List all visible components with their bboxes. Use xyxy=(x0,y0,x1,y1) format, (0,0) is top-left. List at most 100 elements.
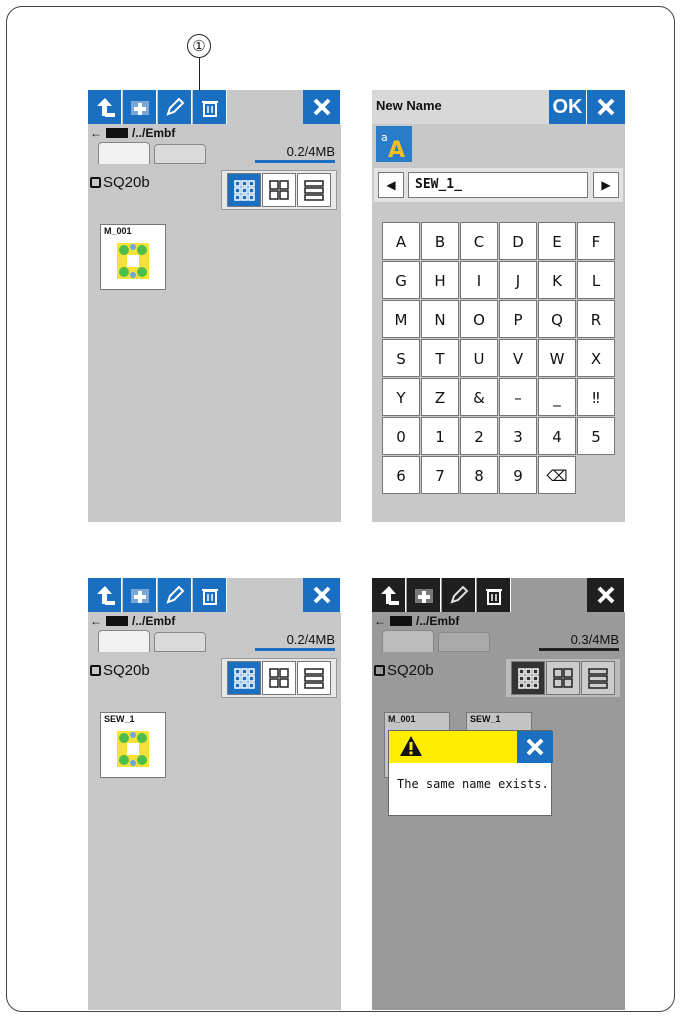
list-icon xyxy=(304,180,325,201)
key-button[interactable]: T xyxy=(421,339,459,377)
view-large-grid-button[interactable] xyxy=(261,173,296,207)
key-button[interactable]: Q xyxy=(538,300,576,338)
view-list-button[interactable] xyxy=(297,661,332,695)
new-folder-button[interactable] xyxy=(123,578,157,612)
back-arrow-icon xyxy=(96,98,115,117)
pencil-icon xyxy=(165,585,184,604)
view-large-grid-button[interactable] xyxy=(261,661,296,695)
view-list-button[interactable] xyxy=(297,173,332,207)
key-button[interactable]: 6 xyxy=(382,456,420,494)
case-toggle-button[interactable]: aA xyxy=(376,126,412,162)
list-icon xyxy=(304,668,325,689)
view-small-grid-button[interactable] xyxy=(226,661,261,695)
key-button[interactable]: S xyxy=(382,339,420,377)
small-grid-icon xyxy=(233,180,255,201)
tab-machine-memory[interactable] xyxy=(382,630,434,652)
key-button[interactable]: 8 xyxy=(460,456,498,494)
key-button[interactable]: L xyxy=(577,261,615,299)
large-grid-icon xyxy=(269,668,289,688)
key-button[interactable]: & xyxy=(460,378,498,416)
key-button[interactable]: 9 xyxy=(499,456,537,494)
cursor-left-button[interactable]: ◀ xyxy=(378,172,404,198)
key-button[interactable]: M xyxy=(382,300,420,338)
key-button[interactable]: C xyxy=(460,222,498,260)
key-button[interactable]: 3 xyxy=(499,417,537,455)
key-button[interactable]: 4 xyxy=(538,417,576,455)
key-button[interactable]: 2 xyxy=(460,417,498,455)
callout-number: ① xyxy=(187,34,211,58)
key-button[interactable]: V xyxy=(499,339,537,377)
toolbar xyxy=(372,578,625,612)
key-button[interactable]: H xyxy=(421,261,459,299)
key-button[interactable]: U xyxy=(460,339,498,377)
backspace-key[interactable]: ⌫ xyxy=(538,456,576,494)
key-button[interactable]: R xyxy=(577,300,615,338)
rename-button[interactable] xyxy=(158,578,192,612)
close-icon xyxy=(313,98,330,116)
key-button[interactable]: I xyxy=(460,261,498,299)
key-button[interactable]: J xyxy=(499,261,537,299)
key-button[interactable]: 7 xyxy=(421,456,459,494)
tab-usb[interactable] xyxy=(154,632,206,652)
breadcrumb: ← /../Embf xyxy=(90,126,175,140)
key-button[interactable]: 5 xyxy=(577,417,615,455)
key-button[interactable]: Y xyxy=(382,378,420,416)
key-button[interactable]: O xyxy=(460,300,498,338)
close-button[interactable] xyxy=(303,90,341,124)
name-input[interactable]: SEW_1_ xyxy=(408,172,588,198)
memory-usage: 0.2/4MB xyxy=(286,632,335,647)
key-button[interactable]: Z xyxy=(421,378,459,416)
file-thumbnail[interactable]: SEW_1 xyxy=(100,712,166,778)
close-button[interactable] xyxy=(303,578,341,612)
key-button[interactable]: D xyxy=(499,222,537,260)
view-large-grid-button[interactable] xyxy=(545,661,580,695)
key-button[interactable]: 1 xyxy=(421,417,459,455)
memory-usage: 0.3/4MB xyxy=(570,632,619,647)
machine-folder-icon xyxy=(390,616,412,626)
key-button[interactable]: – xyxy=(499,378,537,416)
new-folder-button[interactable] xyxy=(123,90,157,124)
key-button[interactable]: N xyxy=(421,300,459,338)
key-button[interactable]: E xyxy=(538,222,576,260)
cursor-right-button[interactable]: ▶ xyxy=(593,172,619,198)
tab-usb[interactable] xyxy=(438,632,490,652)
back-button[interactable] xyxy=(88,90,122,124)
close-button[interactable] xyxy=(587,578,625,612)
back-button[interactable] xyxy=(88,578,122,612)
trash-icon xyxy=(201,589,218,605)
ok-button[interactable]: OK xyxy=(549,90,587,124)
delete-button[interactable] xyxy=(193,90,227,124)
key-button[interactable]: F xyxy=(577,222,615,260)
key-button[interactable]: A xyxy=(382,222,420,260)
key-button[interactable]: P xyxy=(499,300,537,338)
tab-machine-memory[interactable] xyxy=(98,142,150,164)
close-icon xyxy=(313,586,330,604)
key-button[interactable]: G xyxy=(382,261,420,299)
rename-button[interactable] xyxy=(442,578,476,612)
key-button[interactable]: B xyxy=(421,222,459,260)
tab-usb[interactable] xyxy=(154,144,206,164)
key-button[interactable]: ‼ xyxy=(577,378,615,416)
view-mode-selector xyxy=(505,658,621,698)
key-button[interactable]: K xyxy=(538,261,576,299)
delete-button[interactable] xyxy=(193,578,227,612)
view-list-button[interactable] xyxy=(581,661,616,695)
close-icon xyxy=(526,738,544,756)
view-small-grid-button[interactable] xyxy=(226,173,261,207)
memory-bar xyxy=(539,648,619,651)
tab-machine-memory[interactable] xyxy=(98,630,150,652)
view-small-grid-button[interactable] xyxy=(510,661,545,695)
cancel-button[interactable] xyxy=(587,90,625,124)
key-button[interactable]: W xyxy=(538,339,576,377)
breadcrumb: ← /../Embf xyxy=(374,614,459,628)
alert-close-button[interactable] xyxy=(517,731,553,763)
svg-text:A: A xyxy=(388,138,405,159)
rename-button[interactable] xyxy=(158,90,192,124)
key-button[interactable]: X xyxy=(577,339,615,377)
new-folder-button[interactable] xyxy=(407,578,441,612)
delete-button[interactable] xyxy=(477,578,511,612)
key-button[interactable]: 0 xyxy=(382,417,420,455)
key-button[interactable]: _ xyxy=(538,378,576,416)
back-button[interactable] xyxy=(372,578,406,612)
file-thumbnail[interactable]: M_001 xyxy=(100,224,166,290)
